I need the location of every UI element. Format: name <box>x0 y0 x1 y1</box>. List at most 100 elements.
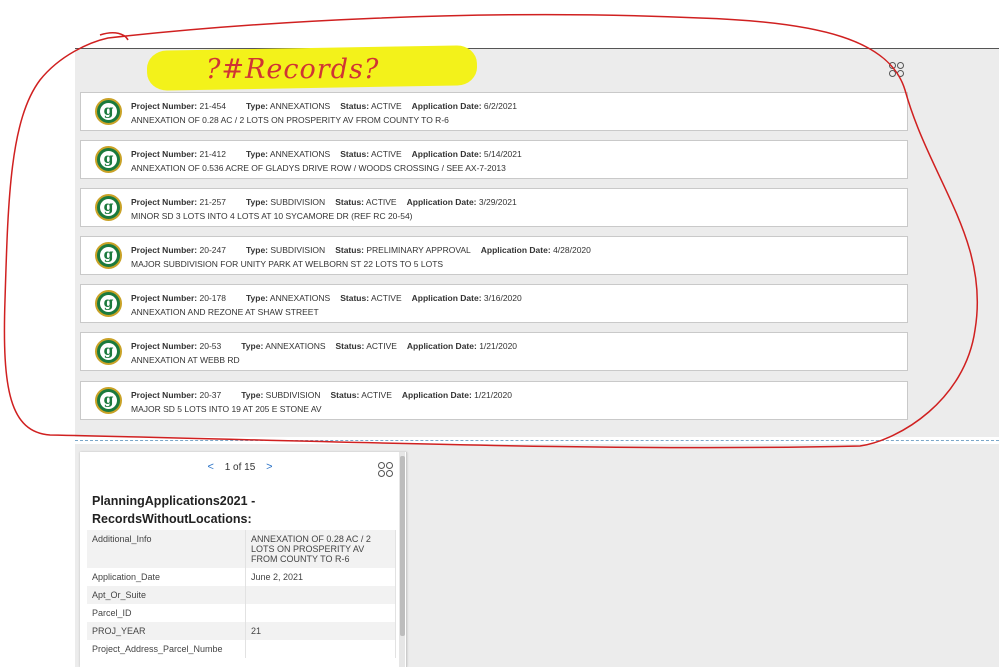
table-row: Project_Address_Parcel_Numbe <box>87 640 396 658</box>
type-value: ANNEXATIONS <box>269 149 331 159</box>
city-seal-icon: g <box>95 387 122 414</box>
type-label: Type: <box>245 149 269 159</box>
attribute-value <box>245 604 396 622</box>
next-button[interactable]: > <box>258 461 280 473</box>
city-seal-icon: g <box>95 242 122 269</box>
record-summary: Project Number: 20-178 Type: ANNEXATIONS S… <box>131 293 522 303</box>
application-date-label: Application Date: <box>406 197 477 207</box>
record-summary: Project Number: 20-37 Type: SUBDIVISION St… <box>131 390 512 400</box>
record-description: ANNEXATION AND REZONE AT SHAW STREET <box>131 307 319 317</box>
status-value: ACTIVE <box>370 293 402 303</box>
city-seal-icon: g <box>95 146 122 173</box>
city-seal-icon: g <box>95 338 122 365</box>
application-date: 1/21/2020 <box>479 341 518 351</box>
grid-icon[interactable] <box>378 462 394 478</box>
project-number-label: Project Number: <box>131 293 198 303</box>
pager-text: 1 of 15 <box>224 462 256 473</box>
record-summary: Project Number: 21-257 Type: SUBDIVISION S… <box>131 197 517 207</box>
record-card[interactable]: g Project Number: 21-412 Type: ANNEXATIONS… <box>80 140 908 179</box>
type-value: SUBDIVISION <box>270 245 326 255</box>
status-value: ACTIVE <box>370 149 402 159</box>
table-row: Apt_Or_Suite <box>87 586 396 604</box>
record-description: ANNEXATION OF 0.536 ACRE OF GLADYS DRIVE… <box>131 163 506 173</box>
project-number: 21-257 <box>199 197 226 207</box>
record-description: MAJOR SUBDIVISION FOR UNITY PARK AT WELB… <box>131 259 444 269</box>
status-value: PRELIMINARY APPROVAL <box>366 245 471 255</box>
status-label: Status: <box>330 390 360 400</box>
attribute-value: 21 <box>245 622 396 640</box>
table-row: PROJ_YEAR 21 <box>87 622 396 640</box>
record-card[interactable]: g Project Number: 20-37 Type: SUBDIVISION S… <box>80 381 908 420</box>
application-date: 5/14/2021 <box>483 149 522 159</box>
type-label: Type: <box>241 390 264 400</box>
type-label: Type: <box>245 101 269 111</box>
type-label: Type: <box>245 293 269 303</box>
record-description: ANNEXATION AT WEBB RD <box>131 355 240 365</box>
application-date-label: Application Date: <box>411 101 482 111</box>
attribute-value: ANNEXATION OF 0.28 AC / 2 LOTS ON PROSPE… <box>245 530 396 568</box>
application-date: 3/29/2021 <box>478 197 517 207</box>
status-label: Status: <box>335 245 364 255</box>
attribute-key: Application_Date <box>87 568 246 586</box>
status-value: ACTIVE <box>370 101 402 111</box>
record-description: MINOR SD 3 LOTS INTO 4 LOTS AT 10 SYCAMO… <box>131 211 413 221</box>
record-summary: Project Number: 20-53 Type: ANNEXATIONS St… <box>131 341 517 351</box>
status-value: ACTIVE <box>365 197 397 207</box>
record-card[interactable]: g Project Number: 20-53 Type: ANNEXATIONS S… <box>80 332 908 371</box>
record-card[interactable]: g Project Number: 21-454 Type: ANNEXATIONS… <box>80 92 908 131</box>
project-number-label: Project Number: <box>131 197 198 207</box>
grid-icon[interactable] <box>889 62 905 78</box>
status-label: Status: <box>340 149 370 159</box>
attribute-key: Project_Address_Parcel_Numbe <box>87 640 246 658</box>
type-value: ANNEXATIONS <box>269 293 331 303</box>
type-value: SUBDIVISION <box>265 390 321 400</box>
pager: < 1 of 15 > <box>80 461 400 473</box>
scrollbar-thumb[interactable] <box>400 456 405 636</box>
application-date-label: Application Date: <box>406 341 477 351</box>
status-value: ACTIVE <box>361 390 392 400</box>
status-label: Status: <box>335 197 364 207</box>
project-number-label: Project Number: <box>131 390 198 400</box>
attribute-value <box>245 586 396 604</box>
status-label: Status: <box>340 101 370 111</box>
record-card[interactable]: g Project Number: 21-257 Type: SUBDIVISION… <box>80 188 908 227</box>
type-value: SUBDIVISION <box>270 197 326 207</box>
project-number-label: Project Number: <box>131 149 198 159</box>
application-date-label: Application Date: <box>480 245 551 255</box>
type-label: Type: <box>245 245 269 255</box>
project-number: 20-53 <box>199 341 222 351</box>
application-date: 4/28/2020 <box>553 245 591 255</box>
city-seal-icon: g <box>95 194 122 221</box>
project-number-label: Project Number: <box>131 101 198 111</box>
project-number-label: Project Number: <box>131 245 198 255</box>
status-value: ACTIVE <box>366 341 397 351</box>
record-summary: Project Number: 21-454 Type: ANNEXATIONS S… <box>131 101 517 111</box>
panel-divider <box>75 440 999 441</box>
status-label: Status: <box>340 293 370 303</box>
type-label: Type: <box>241 341 264 351</box>
application-date: 6/2/2021 <box>483 101 518 111</box>
previous-button[interactable]: < <box>199 461 221 473</box>
project-number: 20-178 <box>199 293 226 303</box>
attribute-key: PROJ_YEAR <box>87 622 246 640</box>
table-row: Parcel_ID <box>87 604 396 622</box>
project-number: 20-247 <box>199 245 226 255</box>
application-date: 3/16/2020 <box>483 293 522 303</box>
attribute-value <box>245 640 396 658</box>
annotation-text: ?#Records? <box>206 54 380 85</box>
record-card[interactable]: g Project Number: 20-178 Type: ANNEXATIONS… <box>80 284 908 323</box>
type-value: ANNEXATIONS <box>265 341 326 351</box>
project-number-label: Project Number: <box>131 341 198 351</box>
city-seal-icon: g <box>95 98 122 125</box>
record-card[interactable]: g Project Number: 20-247 Type: SUBDIVISION… <box>80 236 908 275</box>
application-date-label: Application Date: <box>411 149 482 159</box>
project-number: 21-412 <box>199 149 226 159</box>
record-description: ANNEXATION OF 0.28 AC / 2 LOTS ON PROSPE… <box>131 115 449 125</box>
record-summary: Project Number: 21-412 Type: ANNEXATIONS S… <box>131 149 522 159</box>
attribute-key: Apt_Or_Suite <box>87 586 246 604</box>
type-label: Type: <box>245 197 269 207</box>
attribute-key: Parcel_ID <box>87 604 246 622</box>
attribute-value: June 2, 2021 <box>245 568 396 586</box>
record-summary: Project Number: 20-247 Type: SUBDIVISION S… <box>131 245 591 255</box>
attribute-table: Additional_Info ANNEXATION OF 0.28 AC / 2… <box>87 530 396 658</box>
